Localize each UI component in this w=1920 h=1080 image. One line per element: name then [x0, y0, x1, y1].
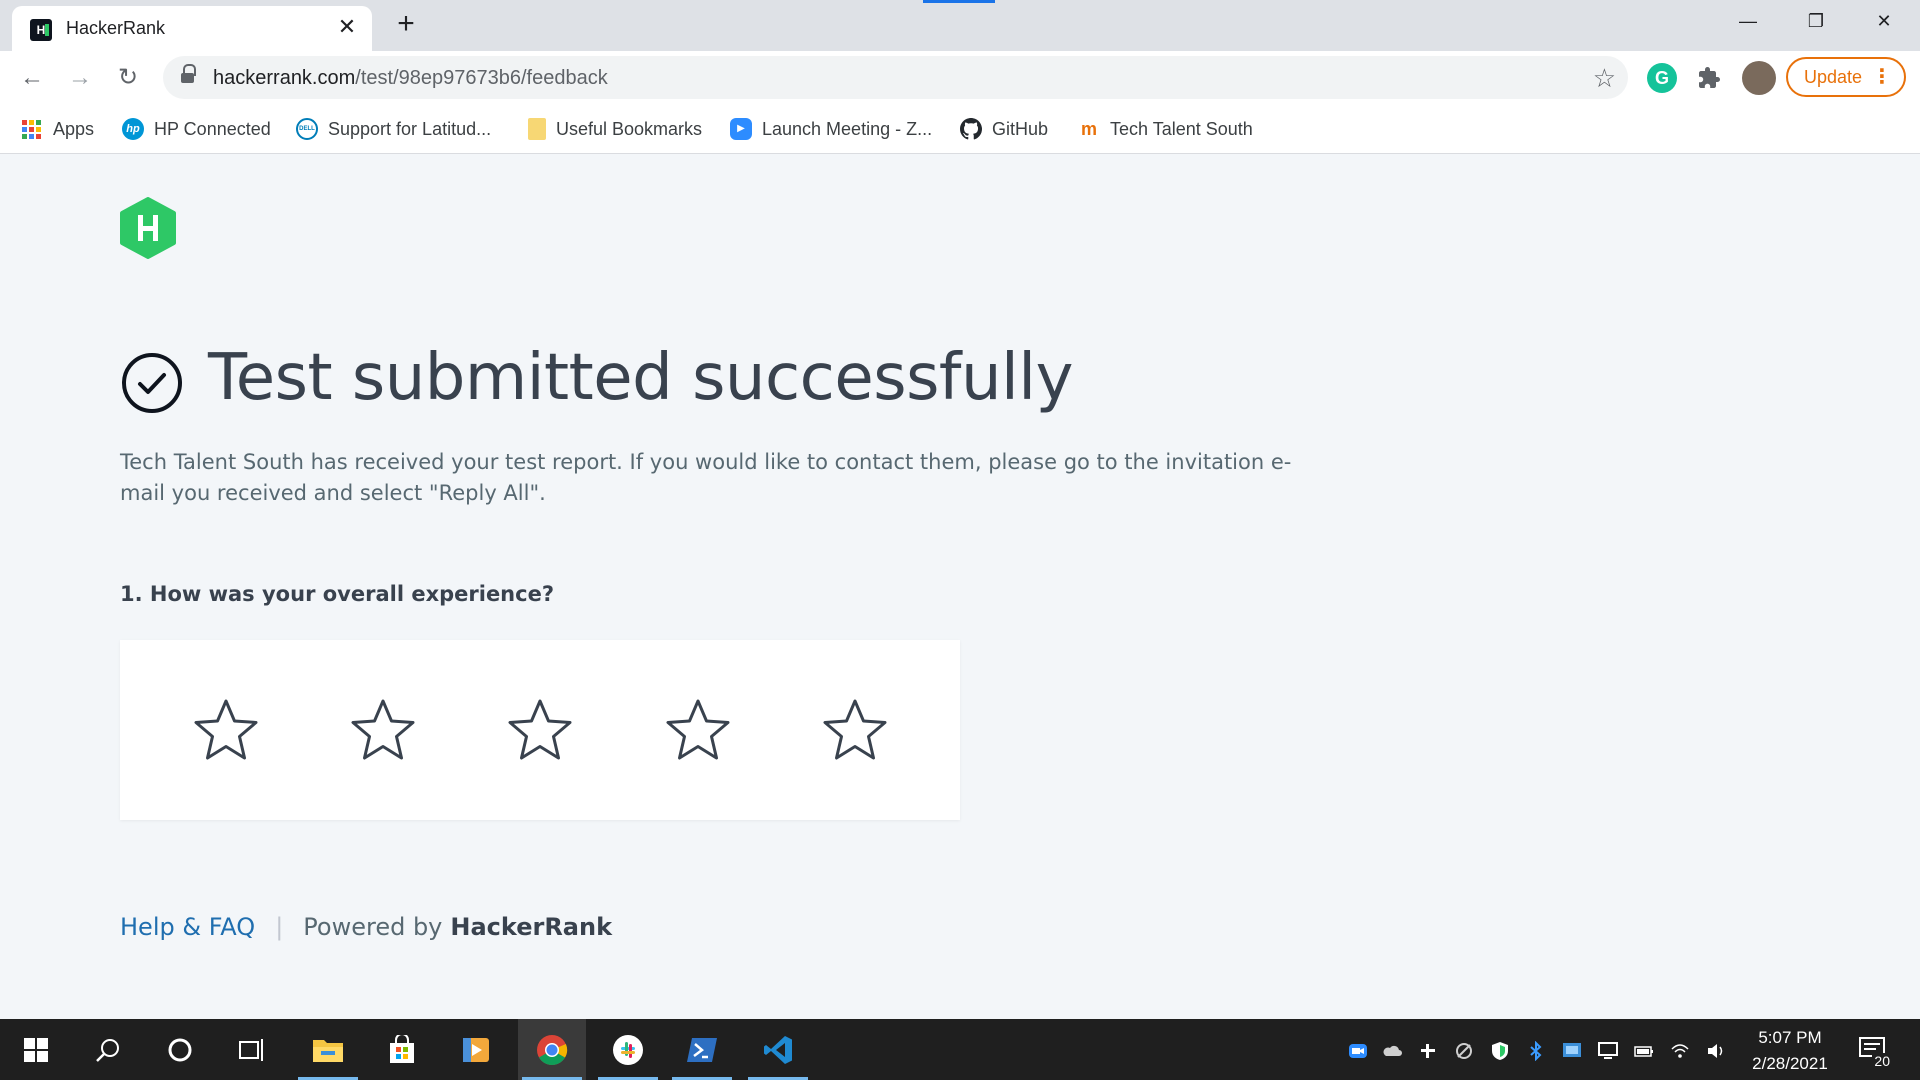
restore-button[interactable]: ❐	[1782, 0, 1850, 42]
feedback-question: 1. How was your overall experience?	[120, 582, 555, 606]
page-content: Test submitted successfully Tech Talent …	[0, 155, 1920, 1019]
lock-icon[interactable]	[181, 64, 196, 85]
task-view-icon[interactable]	[218, 1019, 286, 1080]
rating-star-4-icon[interactable]	[665, 697, 731, 763]
address-bar[interactable]: hackerrank.com/test/98ep97673b6/feedback…	[163, 56, 1628, 99]
tab-close-icon[interactable]: ✕	[334, 14, 360, 40]
minimize-button[interactable]: —	[1714, 0, 1782, 42]
bookmark-tech-talent-south[interactable]: m Tech Talent South	[1078, 116, 1253, 142]
chrome-update-button[interactable]: Update ⋮	[1786, 57, 1906, 97]
search-icon[interactable]	[74, 1019, 142, 1080]
system-clock[interactable]: 5:07 PM 2/28/2021	[1738, 1025, 1842, 1077]
slack-tray-icon[interactable]	[1418, 1041, 1438, 1061]
tab-title: HackerRank	[66, 18, 166, 38]
bookmark-dell-support[interactable]: DELL Support for Latitud...	[296, 116, 491, 142]
windows-start-icon[interactable]	[2, 1019, 70, 1080]
rating-star-5-icon[interactable]	[822, 697, 888, 763]
apps-grid-icon	[22, 119, 41, 139]
reload-button[interactable]: ↻	[110, 60, 146, 96]
tab-strip-indicator	[923, 0, 995, 3]
rating-star-2-icon[interactable]	[350, 697, 416, 763]
rating-card	[120, 640, 960, 820]
folder-icon	[528, 118, 546, 140]
bookmark-useful-bookmarks[interactable]: Useful Bookmarks	[528, 116, 702, 142]
browser-toolbar: ← → ↻ hackerrank.com/test/98ep97673b6/fe…	[0, 51, 1920, 104]
chrome-taskbar-icon[interactable]	[518, 1019, 586, 1080]
footer-separator: |	[275, 913, 284, 941]
action-center-icon[interactable]: 20	[1858, 1035, 1892, 1069]
forward-button[interactable]: →	[62, 60, 98, 96]
microsoft-store-icon[interactable]	[368, 1019, 436, 1080]
tech-talent-south-icon: m	[1080, 119, 1097, 139]
grammarly-extension-icon[interactable]: G	[1647, 63, 1677, 93]
hp-icon: hp	[122, 118, 144, 140]
zoom-icon: ▶	[730, 118, 752, 140]
close-window-button[interactable]: ✕	[1850, 0, 1918, 42]
onedrive-icon[interactable]	[1382, 1041, 1402, 1061]
extensions-puzzle-icon[interactable]	[1694, 63, 1724, 93]
vscode-icon[interactable]	[744, 1019, 812, 1080]
profile-avatar[interactable]	[1742, 61, 1776, 95]
battery-icon[interactable]	[1634, 1041, 1654, 1061]
rating-star-3-icon[interactable]	[507, 697, 573, 763]
powershell-icon[interactable]	[668, 1019, 736, 1080]
wifi-icon[interactable]	[1670, 1041, 1690, 1061]
chrome-menu-icon[interactable]: ⋮	[1872, 59, 1892, 95]
submission-message: Tech Talent South has received your test…	[120, 450, 1292, 505]
powered-by-text: Powered by	[303, 913, 443, 941]
hackerrank-brand-link[interactable]: HackerRank	[450, 913, 612, 941]
bluetooth-icon[interactable]	[1526, 1041, 1546, 1061]
windows-taskbar: 5:07 PM 2/28/2021 20	[0, 1019, 1920, 1080]
update-label: Update	[1804, 67, 1863, 87]
monitor-tray-icon[interactable]	[1598, 1041, 1618, 1061]
back-button[interactable]: ←	[14, 60, 50, 96]
satellite-tray-icon[interactable]	[1454, 1041, 1474, 1061]
rating-star-1-icon[interactable]	[193, 697, 259, 763]
tab-hackerrank[interactable]: H HackerRank ✕	[12, 6, 372, 51]
browser-tab-strip: H HackerRank ✕ + — ❐ ✕	[0, 0, 1920, 51]
bookmarks-bar: Apps hp HP Connected DELL Support for La…	[0, 104, 1920, 154]
hackerrank-favicon-icon: H	[30, 19, 52, 41]
bookmark-github[interactable]: GitHub	[960, 116, 1048, 142]
bookmark-apps[interactable]: Apps	[22, 116, 94, 142]
hackerrank-logo-icon[interactable]	[119, 197, 177, 259]
help-faq-link[interactable]: Help & FAQ	[120, 913, 255, 941]
bookmark-zoom-meeting[interactable]: ▶ Launch Meeting - Z...	[730, 116, 932, 142]
page-title: Test submitted successfully	[208, 341, 1073, 415]
url-text[interactable]: hackerrank.com/test/98ep97673b6/feedback	[213, 67, 608, 90]
new-tab-button[interactable]: +	[390, 8, 422, 40]
clock-date: 2/28/2021	[1752, 1054, 1828, 1073]
github-icon	[960, 118, 982, 140]
bookmark-hp-connected[interactable]: hp HP Connected	[122, 116, 271, 142]
security-shield-icon[interactable]	[1490, 1041, 1510, 1061]
page-footer: Help & FAQ | Powered by HackerRank	[120, 913, 612, 941]
dell-icon: DELL	[296, 118, 318, 140]
check-circle-icon	[122, 353, 182, 413]
bookmark-star-icon[interactable]: ☆	[1593, 63, 1616, 94]
file-explorer-icon[interactable]	[294, 1019, 362, 1080]
slack-icon[interactable]	[594, 1019, 662, 1080]
notification-count-badge: 20	[1872, 1053, 1892, 1069]
media-player-icon[interactable]	[442, 1019, 510, 1080]
cortana-icon[interactable]	[146, 1019, 214, 1080]
display-tray-icon[interactable]	[1562, 1041, 1582, 1061]
volume-icon[interactable]	[1706, 1041, 1726, 1061]
clock-time: 5:07 PM	[1758, 1028, 1822, 1047]
zoom-tray-icon[interactable]	[1348, 1041, 1368, 1061]
